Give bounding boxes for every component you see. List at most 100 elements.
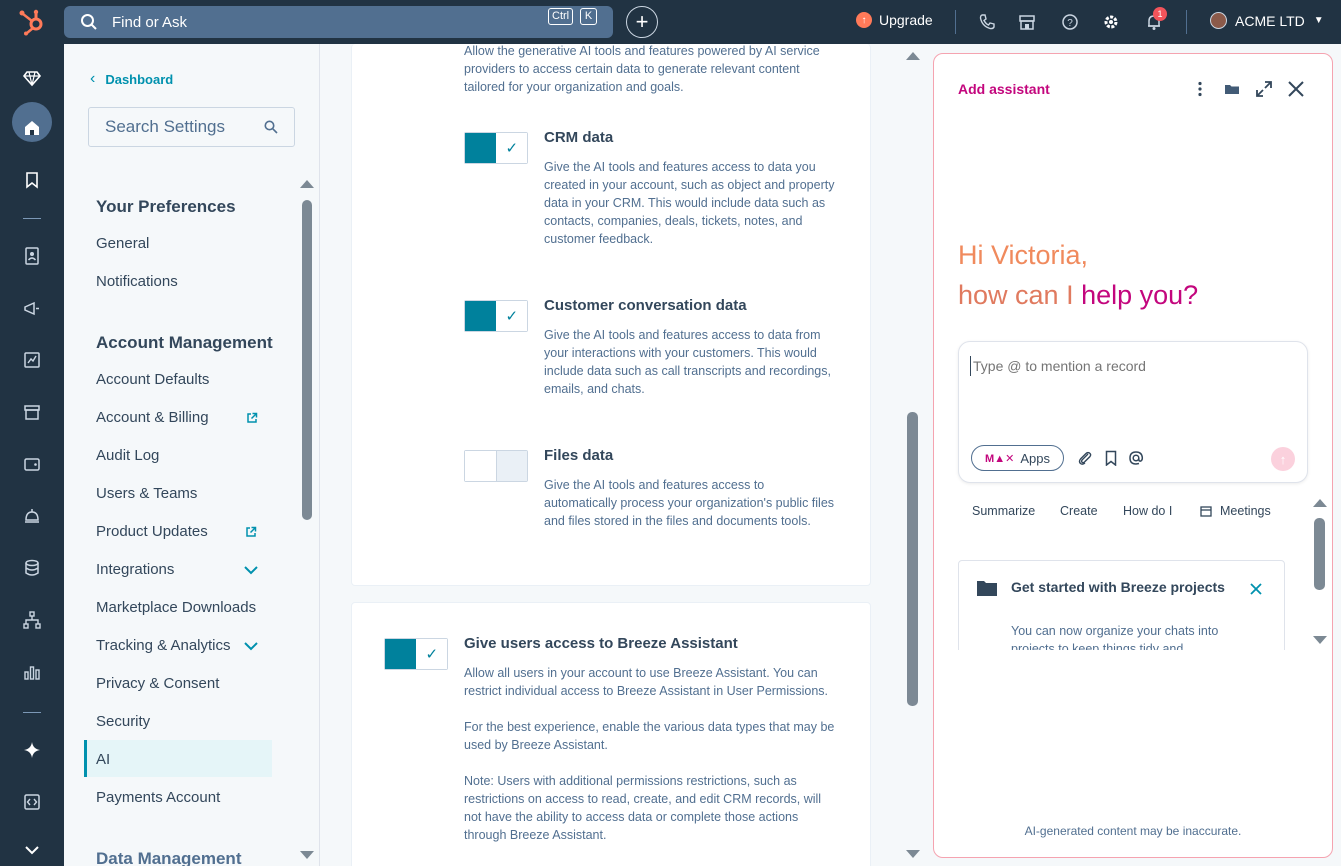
breeze-sparkle-icon[interactable] — [22, 740, 42, 760]
folder-icon[interactable] — [1223, 80, 1241, 98]
files-data-toggle[interactable] — [464, 450, 528, 482]
help-icon[interactable]: ? — [1061, 13, 1079, 31]
customer-conversation-data-toggle[interactable]: ✓ — [464, 300, 528, 332]
customer-conversation-data-title: Customer conversation data — [544, 297, 747, 314]
back-to-dashboard-link[interactable]: ‹ Dashboard — [90, 70, 173, 88]
sidebar-scroll-up-arrow[interactable] — [300, 180, 314, 188]
chevron-down-icon[interactable] — [244, 641, 258, 651]
sidebar-item-tracking-analytics[interactable]: Tracking & Analytics — [96, 637, 258, 654]
sidebar-scroll-down-arrow[interactable] — [300, 851, 314, 859]
commerce-store-icon[interactable] — [22, 402, 42, 422]
sidebar-item-account-billing[interactable]: Account & Billing — [96, 409, 258, 426]
breeze-assistant-access-title: Give users access to Breeze Assistant — [464, 635, 738, 652]
section-heading-your-preferences: Your Preferences — [96, 197, 236, 216]
breeze-assistant-access-toggle[interactable]: ✓ — [384, 638, 448, 670]
sidebar-item-security[interactable]: Security — [96, 713, 150, 730]
search-icon — [81, 14, 97, 30]
sidebar-item-account-defaults[interactable]: Account Defaults — [96, 371, 209, 388]
toggle-fill — [465, 301, 497, 331]
crm-data-title: CRM data — [544, 129, 614, 146]
hubspot-logo-icon[interactable] — [16, 8, 48, 36]
service-bell-icon[interactable] — [22, 506, 42, 526]
close-icon[interactable] — [1249, 582, 1263, 596]
wallet-icon[interactable] — [22, 454, 42, 474]
rail-divider — [23, 712, 41, 713]
automation-hierarchy-icon[interactable] — [22, 610, 42, 630]
sidebar-item-privacy-consent[interactable]: Privacy & Consent — [96, 675, 219, 692]
home-icon[interactable] — [22, 118, 42, 138]
panel-scroll-down-arrow[interactable] — [1313, 636, 1327, 644]
panel-scroll-up-arrow[interactable] — [1313, 499, 1327, 507]
assistant-message-input[interactable] — [970, 356, 1290, 376]
developer-code-icon[interactable] — [22, 792, 42, 812]
sidebar-item-ai[interactable]: AI — [96, 751, 110, 768]
settings-search-input[interactable]: Search Settings — [88, 107, 295, 147]
bookmark-icon[interactable] — [22, 170, 42, 190]
database-icon[interactable] — [22, 558, 42, 578]
chevron-down-icon[interactable] — [244, 565, 258, 575]
sidebar-item-general[interactable]: General — [96, 235, 149, 252]
sidebar-scrollbar-thumb[interactable] — [302, 200, 312, 520]
crm-data-toggle[interactable]: ✓ — [464, 132, 528, 164]
sidebar-item-audit-log[interactable]: Audit Log — [96, 447, 159, 464]
sidebar-item-product-updates[interactable]: Product Updates — [96, 523, 257, 540]
sidebar-item-label: Tracking & Analytics — [96, 637, 231, 654]
crm-data-description: Give the AI tools and features access to… — [544, 160, 835, 246]
expand-rail-chevron-icon[interactable] — [22, 840, 42, 860]
marketing-megaphone-icon[interactable] — [22, 299, 42, 319]
toggle-fill — [385, 639, 417, 669]
account-name: ACME LTD — [1235, 12, 1305, 29]
prompt-chip-meetings[interactable]: Meetings — [1200, 504, 1271, 518]
marketplace-icon[interactable] — [1018, 13, 1036, 31]
user-avatar — [1210, 12, 1227, 29]
section-heading-account-management: Account Management — [96, 333, 273, 352]
shortcut-k-key: K — [580, 8, 597, 25]
prompt-chip-create[interactable]: Create — [1060, 504, 1098, 518]
prompt-chip-summarize[interactable]: Summarize — [972, 504, 1035, 518]
sidebar-item-marketplace-downloads[interactable]: Marketplace Downloads — [96, 599, 256, 616]
customer-conversation-data-description: Give the AI tools and features access to… — [544, 328, 831, 396]
panel-scrollbar-thumb[interactable] — [1314, 518, 1325, 590]
content-scroll-up-arrow[interactable] — [906, 52, 920, 60]
phone-icon[interactable] — [978, 13, 996, 31]
breeze-assistant-permissions-note: Note: Users with additional permissions … — [464, 774, 822, 842]
bar-chart-icon[interactable] — [22, 662, 42, 682]
upgrade-button[interactable]: ↑ Upgrade — [856, 12, 933, 28]
back-link-label: Dashboard — [105, 71, 174, 87]
global-search-input[interactable]: Find or Ask — [64, 6, 613, 38]
mention-at-icon[interactable] — [1128, 450, 1144, 466]
search-icon — [264, 120, 278, 134]
more-options-icon[interactable] — [1191, 80, 1209, 98]
reports-icon[interactable] — [22, 350, 42, 370]
expand-icon[interactable] — [1255, 80, 1273, 98]
top-navigation-bar: Find or Ask Ctrl K + ↑ Upgrade ? 1 ACME … — [0, 0, 1341, 44]
sidebar-active-highlight — [84, 740, 272, 777]
close-icon[interactable] — [1287, 80, 1305, 98]
product-navigation-rail — [0, 44, 64, 866]
bookmark-icon[interactable] — [1103, 450, 1119, 466]
paperclip-attach-icon[interactable] — [1077, 450, 1093, 466]
toggle-knob — [465, 451, 497, 481]
section-heading-data-management: Data Management — [96, 849, 242, 866]
settings-gear-icon[interactable] — [1102, 13, 1120, 31]
contacts-icon[interactable] — [22, 246, 42, 266]
assistant-panel-title: Add assistant — [958, 81, 1050, 97]
content-scroll-down-arrow[interactable] — [906, 850, 920, 858]
sidebar-item-payments-account[interactable]: Payments Account — [96, 789, 220, 806]
create-new-button[interactable]: + — [626, 6, 658, 38]
sidebar-item-users-teams[interactable]: Users & Teams — [96, 485, 197, 502]
rail-divider — [23, 218, 41, 219]
toggle-track — [496, 451, 527, 481]
content-scrollbar-thumb[interactable] — [907, 412, 918, 706]
assistant-greeting-question: how can I help you? — [958, 280, 1198, 311]
sidebar-item-label: Product Updates — [96, 523, 208, 540]
account-menu[interactable]: ACME LTD ▼ — [1210, 12, 1324, 29]
apps-button[interactable]: M▲✕ Apps — [971, 445, 1064, 471]
prompt-chip-how-do-i[interactable]: How do I — [1123, 504, 1172, 518]
files-data-title: Files data — [544, 447, 614, 464]
diamond-icon[interactable] — [22, 68, 42, 88]
sidebar-item-notifications[interactable]: Notifications — [96, 273, 178, 290]
send-message-button[interactable]: ↑ — [1271, 447, 1295, 471]
sidebar-item-integrations[interactable]: Integrations — [96, 561, 258, 578]
checkmark-icon: ✓ — [416, 639, 447, 669]
